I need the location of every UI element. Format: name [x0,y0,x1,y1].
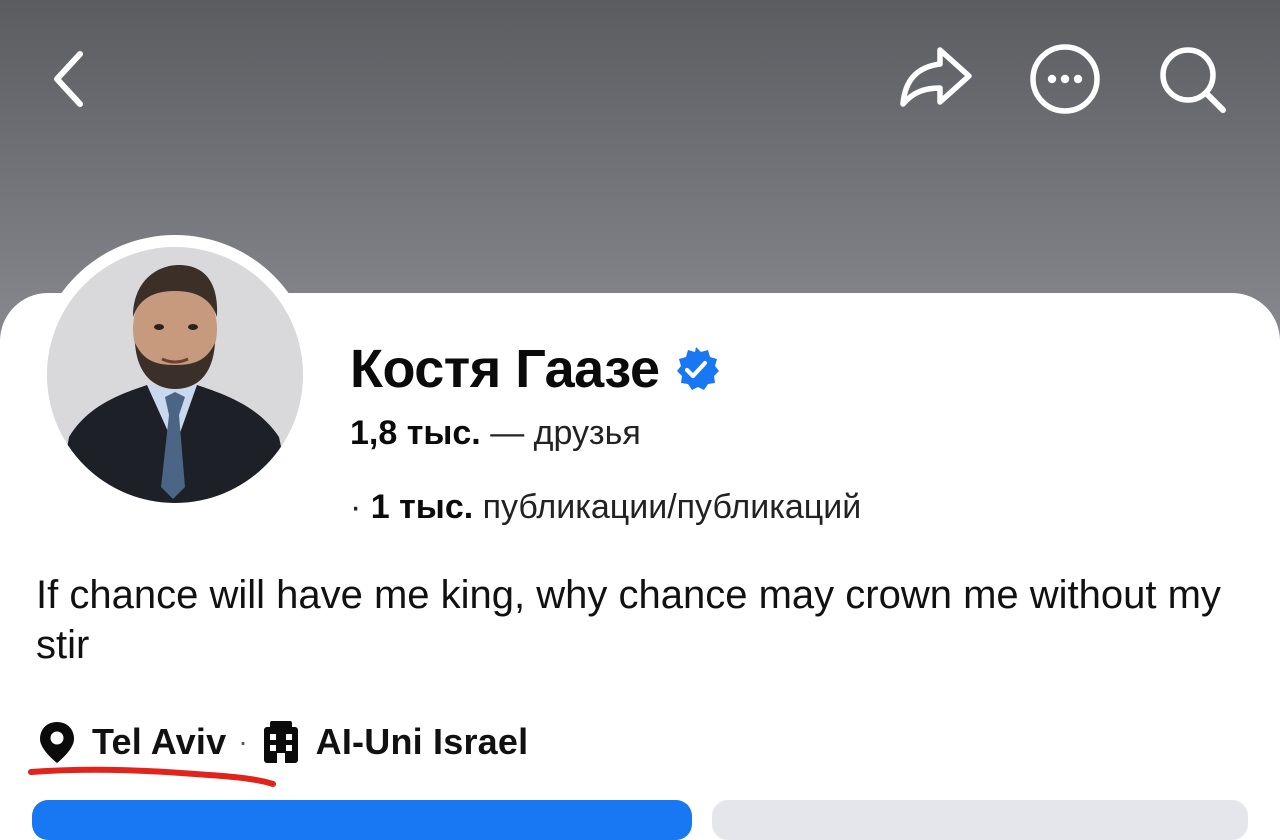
profile-name-row: Костя Гаазе [350,336,720,402]
posts-bullet: · [350,488,362,526]
posts-count: 1 тыс. [370,488,474,526]
location-link[interactable]: Tel Aviv [92,721,226,763]
workplace-link[interactable]: AI-Uni Israel [316,721,529,763]
share-arrow-icon [900,47,972,107]
posts-count-link[interactable]: · 1 тыс. публикации/публикаций [350,488,861,527]
search-button[interactable] [1155,42,1230,117]
building-icon [263,721,298,763]
map-pin-icon [40,722,74,763]
friends-count: 1,8 тыс. [350,414,481,452]
top-navigation [0,0,1280,160]
avatar[interactable] [47,247,303,503]
share-button[interactable] [895,40,977,116]
posts-label: публикации/публикаций [482,488,862,526]
primary-action-button[interactable] [32,800,692,840]
more-options-button[interactable] [1028,42,1102,116]
friends-count-link[interactable]: 1,8 тыс. — друзья [350,414,641,453]
more-dots-icon [1030,44,1100,114]
back-button[interactable] [40,42,100,112]
secondary-action-button[interactable] [712,800,1248,840]
search-icon [1160,47,1226,113]
chevron-left-icon [54,51,83,107]
avatar-photo [47,247,303,503]
details-separator: · [238,726,248,757]
verified-badge-icon [676,347,719,390]
profile-details: Tel Aviv · AI-Uni Israel [36,716,528,768]
red-underline-annotation [28,766,276,787]
profile-name: Костя Гаазе [350,339,660,399]
profile-bio: If chance will have me king, why chance … [36,573,1221,667]
friends-label: — друзья [490,414,641,452]
